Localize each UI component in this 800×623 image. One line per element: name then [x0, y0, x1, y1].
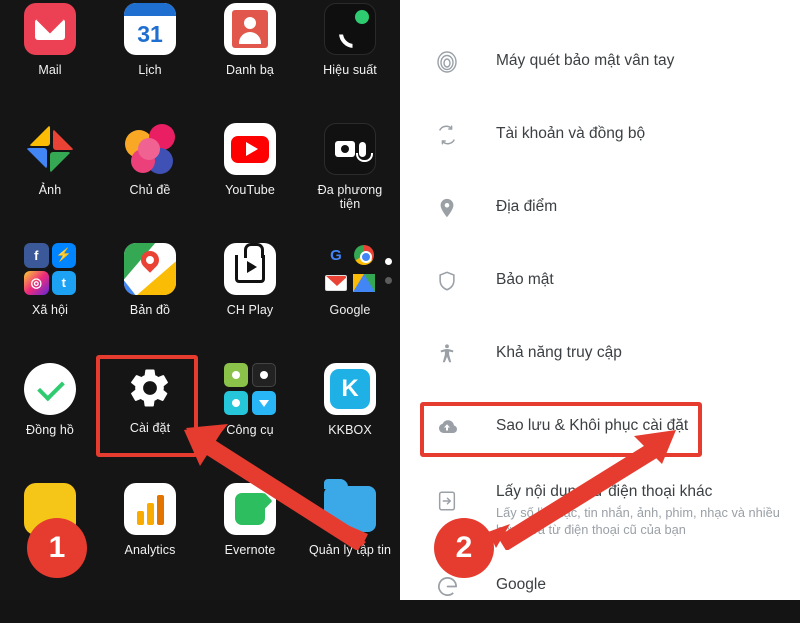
settings-row-title: Google — [496, 576, 546, 593]
settings-row-text: Địa điểm — [496, 197, 557, 217]
cloud-backup-icon — [430, 410, 464, 444]
settings-partial-top-row — [400, 0, 800, 26]
settings-row-accounts-sync[interactable]: Tài khoản và đồng bộ — [400, 99, 800, 172]
app-tools-folder[interactable]: Công cụ — [200, 360, 300, 480]
app-label: Đa phương tiện — [317, 183, 383, 211]
settings-row-title: Máy quét bảo mật vân tay — [496, 52, 675, 69]
app-performance[interactable]: Hiệu suất — [300, 0, 400, 120]
clock-icon[interactable] — [23, 362, 77, 416]
app-label: Analytics — [124, 543, 176, 557]
multimedia-folder-icon[interactable] — [323, 122, 377, 176]
google-folder-icon[interactable]: G — [323, 242, 377, 296]
app-label: Chủ đề — [129, 183, 171, 197]
app-label: Lịch — [138, 63, 162, 77]
google-analytics-icon[interactable] — [123, 482, 177, 536]
location-pin-icon — [430, 191, 464, 225]
app-label: Công cụ — [226, 423, 274, 437]
google-maps-icon[interactable] — [123, 242, 177, 296]
settings-row-backup-restore[interactable]: Sao lưu & Khôi phục cài đặt — [400, 391, 800, 464]
app-label: YouTube — [225, 183, 275, 197]
app-label: Bản đồ — [129, 303, 171, 317]
app-themes[interactable]: Chủ đề — [100, 120, 200, 240]
page-dot[interactable] — [385, 277, 392, 284]
app-maps[interactable]: Bản đồ — [100, 240, 200, 360]
fingerprint-icon — [430, 45, 464, 79]
app-label: Đồng hồ — [26, 423, 74, 437]
settings-row-text: Máy quét bảo mật vân tay — [496, 51, 674, 71]
app-mail[interactable]: Mail — [0, 0, 100, 120]
app-clock[interactable]: Đồng hồ — [0, 360, 100, 480]
settings-list: Máy quét bảo mật vân tay Tài khoản và đồ… — [400, 0, 800, 600]
settings-row-security[interactable]: Bảo mật — [400, 245, 800, 318]
calendar-icon[interactable]: 31 — [123, 2, 177, 56]
settings-row-text: Google — [496, 575, 546, 595]
app-label: CH Play — [226, 303, 274, 317]
settings-gear-icon[interactable] — [124, 362, 176, 414]
calendar-day-number: 31 — [137, 20, 163, 47]
app-calendar[interactable]: 31 Lịch — [100, 0, 200, 120]
app-kkbox[interactable]: K KKBOX — [300, 360, 400, 480]
app-label: Cài đặt — [129, 421, 171, 435]
settings-row-text: Bảo mật — [496, 270, 554, 290]
mail-icon[interactable] — [23, 2, 77, 56]
transfer-device-icon — [430, 484, 464, 518]
settings-row-title: Khả năng truy cập — [496, 344, 622, 361]
contacts-icon[interactable] — [223, 2, 277, 56]
accessibility-icon — [430, 337, 464, 371]
social-folder-icon[interactable]: f ⚡ ◎ t — [23, 242, 77, 296]
settings-row-text: Tài khoản và đồng bộ — [496, 124, 645, 144]
step-badge-2: 2 — [434, 518, 494, 578]
play-store-icon[interactable] — [223, 242, 277, 296]
shield-icon — [430, 264, 464, 298]
app-label: Xã hội — [31, 303, 69, 317]
settings-row-title: Sao lưu & Khôi phục cài đặt — [496, 417, 689, 434]
app-label: KKBOX — [328, 423, 372, 437]
app-label: Ảnh — [38, 183, 62, 197]
app-label: Evernote — [224, 543, 276, 557]
settings-row-accessibility[interactable]: Khả năng truy cập — [400, 318, 800, 391]
google-photos-icon[interactable] — [23, 122, 77, 176]
tools-folder-icon[interactable] — [223, 362, 277, 416]
app-youtube[interactable]: YouTube — [200, 120, 300, 240]
app-label: Quản lý tập tin — [308, 543, 392, 557]
app-play-store[interactable]: CH Play — [200, 240, 300, 360]
app-evernote[interactable]: Evernote — [200, 480, 300, 600]
themes-icon[interactable] — [123, 122, 177, 176]
settings-row-subtitle: Lấy số liên lạc, tin nhắn, ảnh, phim, nh… — [496, 505, 780, 537]
app-file-manager[interactable]: Quản lý tập tin — [300, 479, 400, 600]
sync-icon — [430, 118, 464, 152]
youtube-icon[interactable] — [223, 122, 277, 176]
settings-row-text: Sao lưu & Khôi phục cài đặt — [496, 416, 688, 436]
settings-row-location[interactable]: Địa điểm — [400, 172, 800, 245]
app-photos[interactable]: Ảnh — [0, 120, 100, 240]
app-label: Danh bạ — [226, 63, 274, 77]
settings-row-title: Bảo mật — [496, 271, 554, 288]
app-social-folder[interactable]: f ⚡ ◎ t Xã hội — [0, 240, 100, 360]
app-contacts[interactable]: Danh bạ — [200, 0, 300, 120]
settings-row-fingerprint[interactable]: Máy quét bảo mật vân tay — [400, 26, 800, 99]
app-drawer: Mail 31 Lịch Danh bạ Hiệu suất Ảnh Chủ đ… — [0, 0, 400, 600]
phone-productivity-icon[interactable] — [323, 2, 377, 56]
settings-row-text: Lấy nội dung từ điện thoại khác Lấy số l… — [496, 482, 800, 538]
evernote-icon[interactable] — [223, 482, 277, 536]
app-grid: Mail 31 Lịch Danh bạ Hiệu suất Ảnh Chủ đ… — [0, 0, 400, 600]
page-dot-active[interactable] — [385, 258, 392, 265]
settings-row-text: Khả năng truy cập — [496, 343, 622, 363]
app-multimedia-folder[interactable]: Đa phương tiện — [300, 120, 400, 240]
page-indicator[interactable] — [385, 258, 392, 284]
settings-row-title: Tài khoản và đồng bộ — [496, 125, 646, 142]
app-settings[interactable]: Cài đặt — [100, 360, 200, 480]
app-label: Mail — [38, 63, 62, 77]
file-manager-icon[interactable] — [323, 479, 377, 536]
app-label: Google — [329, 303, 371, 317]
settings-row-title: Địa điểm — [496, 198, 558, 215]
app-label: Hiệu suất — [323, 63, 377, 77]
kkbox-letter: K — [330, 369, 370, 409]
kkbox-icon[interactable]: K — [323, 362, 377, 416]
screenshot-root: Mail 31 Lịch Danh bạ Hiệu suất Ảnh Chủ đ… — [0, 0, 800, 600]
step-badge-1: 1 — [27, 518, 87, 578]
settings-row-title: Lấy nội dung từ điện thoại khác — [496, 483, 713, 500]
app-analytics[interactable]: Analytics — [100, 480, 200, 600]
